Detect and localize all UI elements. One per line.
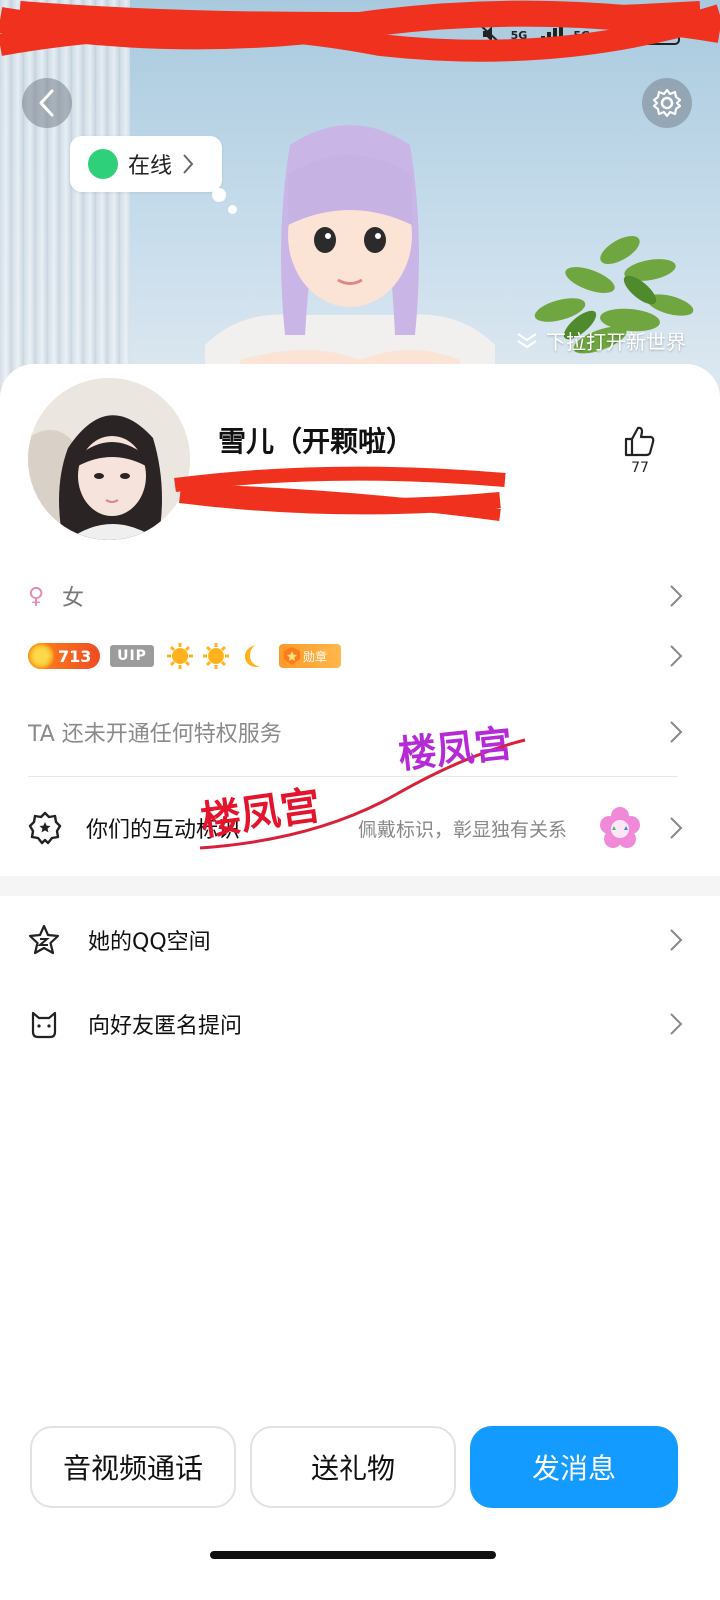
privilege-row[interactable]: TA 还未开通任何特权服务 — [0, 712, 720, 752]
interaction-mark-row[interactable]: 你们的互动标识 佩戴标识，彰显独有关系 — [0, 806, 720, 850]
anonymous-question-row[interactable]: 向好友匿名提问 — [0, 1002, 720, 1046]
settings-button[interactable] — [642, 78, 692, 128]
coin-icon — [28, 643, 54, 669]
gender-row[interactable]: ♀ 女 — [0, 576, 720, 616]
badges-row[interactable]: 713 UIP 勋章 — [0, 636, 720, 676]
anonymous-question-label: 向好友匿名提问 — [88, 1014, 243, 1039]
chevron-right-icon — [183, 154, 194, 174]
medal-badge: 勋章 — [279, 644, 341, 668]
online-status-bubble[interactable]: 在线 — [70, 136, 222, 192]
3d-avatar-character — [205, 125, 495, 375]
moon-icon — [244, 645, 260, 668]
avatar-photo — [28, 378, 190, 540]
nickname: 雪儿（开颗啦） — [218, 425, 415, 458]
like-button[interactable]: 77 — [615, 424, 665, 484]
redaction-scribble — [174, 466, 506, 521]
home-indicator[interactable] — [210, 1551, 496, 1559]
gear-icon — [652, 88, 682, 118]
chevron-right-icon — [670, 817, 683, 839]
avatar[interactable] — [28, 378, 190, 540]
gender-text: 女 — [62, 586, 85, 611]
chevron-right-icon — [670, 645, 683, 667]
badge-star-icon — [28, 811, 62, 845]
bubble-tail — [212, 188, 226, 202]
voice-video-call-button[interactable]: 音视频通话 — [30, 1426, 236, 1508]
bubble-tail — [228, 205, 237, 214]
interaction-hint: 佩戴标识，彰显独有关系 — [358, 818, 568, 841]
back-button[interactable] — [22, 78, 72, 128]
online-dot — [88, 149, 118, 179]
medal-label: 勋章 — [303, 649, 328, 664]
send-message-button[interactable]: 发消息 — [470, 1426, 678, 1508]
cat-icon — [31, 1011, 57, 1039]
qzone-star-icon — [28, 924, 60, 955]
avatar-scene[interactable]: 5G 5G 48 在线 下拉打开新世界 — [0, 0, 720, 400]
pull-down-hint[interactable]: 下拉打开新世界 — [516, 326, 686, 355]
like-count: 77 — [631, 460, 649, 476]
chevron-right-icon — [670, 929, 683, 951]
sun-icon — [203, 643, 229, 669]
online-status-text: 在线 — [128, 154, 173, 179]
badge-star-icon — [284, 647, 300, 665]
redaction-scribble — [0, 0, 720, 62]
profile-card — [0, 364, 720, 1600]
female-icon: ♀ — [28, 583, 45, 609]
qzone-row[interactable]: 她的QQ空间 — [0, 918, 720, 962]
sun-icon — [167, 643, 193, 669]
double-chevron-down-icon — [517, 332, 537, 348]
section-separator — [0, 876, 720, 896]
divider — [28, 776, 678, 777]
send-gift-button[interactable]: 送礼物 — [250, 1426, 456, 1508]
flower-icon — [600, 807, 640, 848]
chevron-right-icon — [670, 1013, 683, 1035]
privilege-text: TA 还未开通任何特权服务 — [28, 722, 282, 747]
chevron-right-icon — [670, 721, 683, 743]
back-icon — [39, 89, 54, 117]
pull-hint-text: 下拉打开新世界 — [546, 330, 686, 354]
interaction-label: 你们的互动标识 — [86, 818, 241, 843]
chevron-right-icon — [670, 585, 683, 607]
qzone-label: 她的QQ空间 — [88, 930, 211, 955]
vip-badge: UIP — [110, 645, 154, 667]
level-count: 713 — [58, 646, 92, 666]
thumbs-up-icon — [624, 426, 655, 457]
